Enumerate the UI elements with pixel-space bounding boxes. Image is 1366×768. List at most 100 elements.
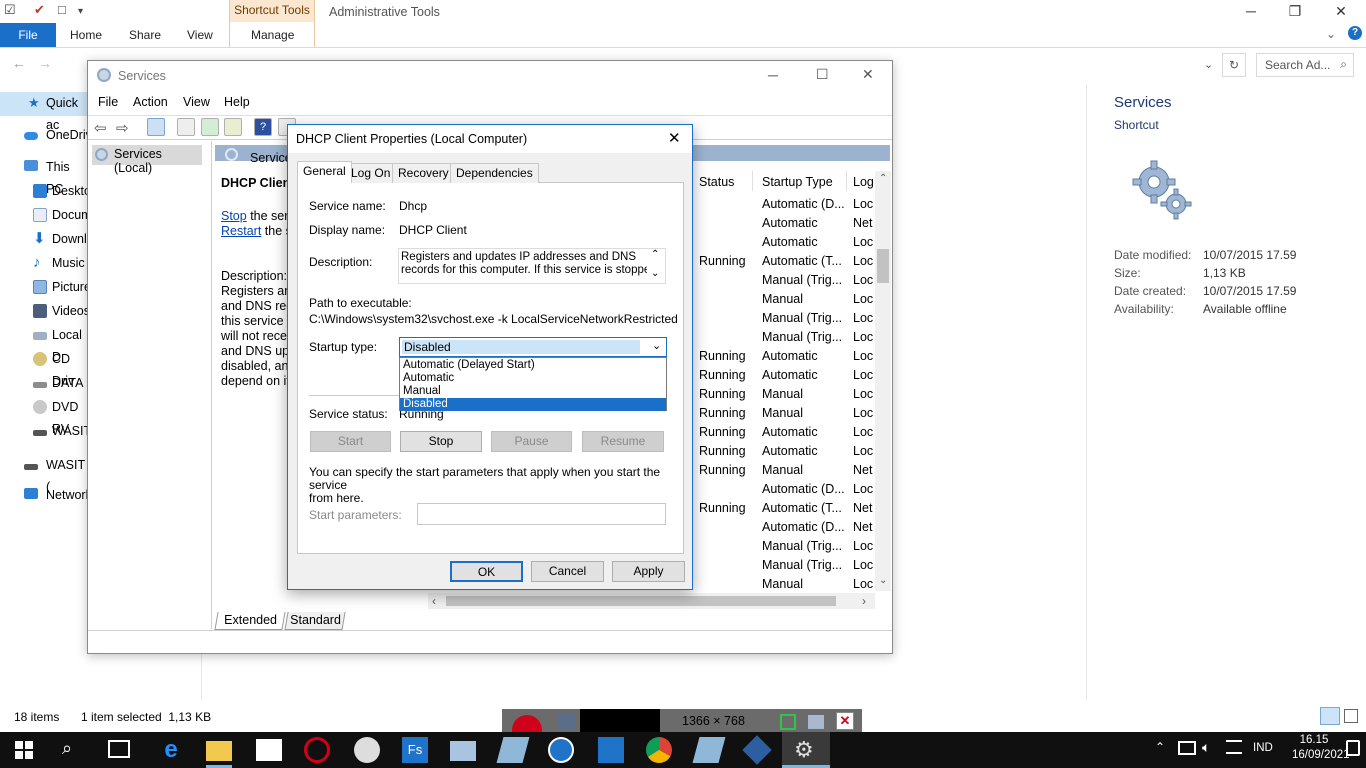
search-input[interactable]: Search Ad... ⌕ — [1256, 53, 1354, 77]
ribbon-expand-icon[interactable]: ⌄ — [1326, 27, 1336, 41]
table-row[interactable]: Automatic (D... Net — [699, 518, 874, 537]
vertical-scrollbar[interactable]: ⌃ ⌄ — [875, 171, 891, 591]
table-row[interactable]: Running Automatic Loc — [699, 423, 874, 442]
forward-arrow-icon[interactable]: → — [38, 55, 52, 71]
search-icon[interactable]: ⌕ — [62, 738, 72, 759]
scroll-up-icon[interactable]: ⌃ — [651, 249, 659, 260]
nav-music[interactable]: ♪ Music — [0, 252, 88, 274]
start-button[interactable]: Start — [310, 431, 391, 452]
table-row[interactable]: Manual (Trig... Loc — [699, 537, 874, 556]
app-icon[interactable] — [548, 737, 574, 763]
notifications-icon[interactable] — [1346, 740, 1360, 756]
tab-extended[interactable]: Extended — [214, 612, 286, 630]
option-automatic-delayed[interactable]: Automatic (Delayed Start) — [400, 359, 666, 372]
nav-pictures[interactable]: Picture — [0, 276, 91, 298]
restart-service-link[interactable]: Restart — [221, 224, 261, 238]
checkmark-icon[interactable]: ✔ — [34, 2, 45, 22]
pause-button[interactable]: Pause — [491, 431, 572, 452]
option-manual[interactable]: Manual — [400, 385, 666, 398]
help-icon[interactable]: ? — [1348, 26, 1362, 40]
table-row[interactable]: Manual (Trig... Loc — [699, 556, 874, 575]
tab-standard[interactable]: Standard — [284, 612, 346, 630]
startup-type-dropdown[interactable]: Automatic (Delayed Start) Automatic Manu… — [399, 357, 667, 411]
table-row[interactable]: Running Automatic Loc — [699, 442, 874, 461]
startup-type-select[interactable]: Disabled ⌄ — [399, 337, 667, 357]
edge-icon[interactable]: e — [158, 737, 184, 763]
nav-onedrive[interactable]: OneDriv — [0, 124, 92, 146]
table-row[interactable]: Running Manual Net — [699, 461, 874, 480]
menu-file[interactable]: File — [98, 95, 118, 109]
camera-icon[interactable] — [557, 713, 575, 729]
tab-file[interactable]: File — [0, 23, 56, 47]
nav-data-drive[interactable]: DATA — [0, 372, 88, 394]
option-disabled[interactable]: Disabled — [400, 398, 666, 411]
table-row[interactable]: Automatic Loc — [699, 233, 874, 252]
column-startup-type[interactable]: Startup Type — [762, 175, 833, 189]
app-icon[interactable] — [304, 737, 330, 763]
large-icons-view-icon[interactable] — [1344, 709, 1358, 723]
close-icon[interactable]: ✕ — [836, 712, 854, 730]
table-row[interactable]: Automatic (D... Loc — [699, 480, 874, 499]
forward-arrow-icon[interactable]: ⇨ — [116, 119, 129, 137]
table-row[interactable]: Manual (Trig... Loc — [699, 309, 874, 328]
volume-icon[interactable]: 🔈︎ — [1202, 739, 1210, 756]
table-row[interactable]: Manual (Trig... Loc — [699, 328, 874, 347]
maximize-icon[interactable]: ❐ — [1280, 3, 1310, 20]
scroll-thumb[interactable] — [446, 596, 836, 606]
app-icon[interactable] — [354, 737, 380, 763]
export-list-icon[interactable] — [224, 118, 242, 136]
table-row[interactable]: Running Manual Loc — [699, 404, 874, 423]
cancel-button[interactable]: Cancel — [531, 561, 604, 582]
table-row[interactable]: Manual Loc — [699, 290, 874, 309]
properties-icon[interactable] — [177, 118, 195, 136]
refresh-icon[interactable]: ↻ — [1222, 53, 1246, 77]
file-explorer-icon[interactable] — [206, 741, 232, 761]
tab-share[interactable]: Share — [129, 28, 161, 44]
scroll-right-icon[interactable]: › — [862, 594, 866, 608]
nav-network[interactable]: Network — [0, 484, 92, 506]
new-folder-icon[interactable]: □ — [58, 2, 66, 22]
keyboard-icon[interactable] — [1226, 740, 1242, 754]
tab-view[interactable]: View — [187, 28, 213, 44]
table-row[interactable]: Automatic (D... Loc — [699, 195, 874, 214]
nav-this-pc[interactable]: This PC — [0, 156, 88, 196]
back-arrow-icon[interactable]: ← — [12, 55, 26, 71]
resume-button[interactable]: Resume — [582, 431, 664, 452]
minimize-icon[interactable]: ─ — [1236, 3, 1266, 19]
ok-button[interactable]: OK — [450, 561, 523, 582]
maximize-icon[interactable]: ☐ — [816, 66, 829, 83]
table-row[interactable]: Running Automatic (T... Loc — [699, 252, 874, 271]
horizontal-scrollbar[interactable]: ‹ › — [428, 593, 875, 609]
chrome-icon[interactable] — [646, 737, 672, 763]
scroll-left-icon[interactable]: ‹ — [432, 594, 436, 608]
task-view-icon[interactable] — [108, 740, 130, 758]
apply-button[interactable]: Apply — [612, 561, 685, 582]
table-row[interactable]: Automatic Net — [699, 214, 874, 233]
menu-view[interactable]: View — [183, 95, 210, 109]
tab-general[interactable]: General — [297, 161, 352, 183]
scroll-thumb[interactable] — [877, 249, 889, 283]
tab-recovery[interactable]: Recovery — [392, 163, 455, 183]
network-status-icon[interactable] — [1178, 741, 1196, 755]
stop-service-link[interactable]: Stop — [221, 209, 247, 223]
table-row[interactable]: Manual (Trig... Loc — [699, 271, 874, 290]
option-automatic[interactable]: Automatic — [400, 372, 666, 385]
menu-action[interactable]: Action — [133, 95, 168, 109]
clock[interactable]: 16.15 16/09/2021 — [1292, 733, 1350, 763]
scroll-down-icon[interactable]: ⌄ — [651, 268, 659, 279]
nav-wasit[interactable]: WASIT ( — [0, 454, 88, 494]
input-language[interactable]: IND — [1253, 742, 1273, 754]
address-dropdown-icon[interactable]: ⌄ — [1204, 58, 1213, 71]
menu-help[interactable]: Help — [224, 95, 250, 109]
customize-qat-icon[interactable]: ▾ — [78, 6, 83, 26]
services-taskbar-button[interactable]: ⚙ — [782, 732, 830, 768]
tab-home[interactable]: Home — [70, 28, 102, 44]
start-params-input[interactable] — [417, 503, 666, 525]
store-icon[interactable] — [256, 739, 282, 761]
windows-start-icon[interactable] — [14, 740, 34, 760]
properties-icon[interactable]: ☑ — [4, 2, 16, 22]
close-icon[interactable]: ✕ — [862, 66, 874, 83]
network-app-icon[interactable] — [450, 741, 476, 761]
show-hidden-icons[interactable]: ⌃ — [1155, 740, 1165, 754]
help-icon[interactable]: ? — [254, 118, 272, 136]
